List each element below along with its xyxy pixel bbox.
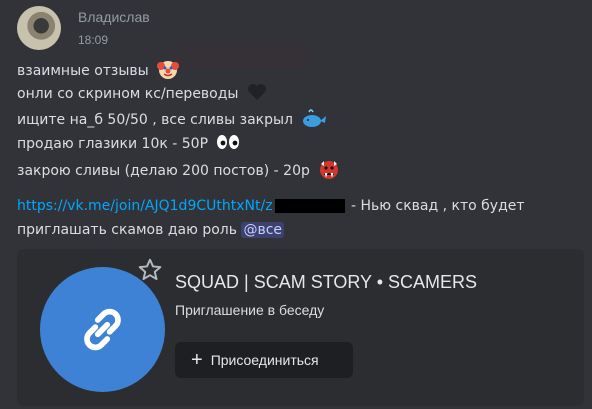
invite-embed: SQUAD | SCAM STORY • SCAMERS Приглашение… [17,249,584,406]
black-heart-icon [247,83,267,105]
invite-subtitle: Приглашение в беседу [175,302,325,318]
message-line-last: приглашать скамов даю роль @все [17,222,284,238]
background-ghost [310,88,370,102]
message-line-4: продаю глазики 10к - 50Р [17,133,240,155]
message-line-1: взаимные отзывы [17,58,180,84]
message-line-5: закрою сливы (делаю 200 постов) - 20р [17,158,340,184]
join-button[interactable]: + Присоединиться [175,342,353,378]
invite-title: SQUAD | SCAM STORY • SCAMERS [175,272,478,292]
join-button-label: Присоединиться [210,352,319,368]
vk-invite-link[interactable]: https://vk.me/join/AJQ1d9CUthtxNt/z [17,198,273,214]
link-icon [84,308,121,351]
clown-face-icon [157,58,180,84]
background-ghost [170,42,310,68]
message-line-link: https://vk.me/join/AJQ1d9CUthtxNt/z - Нь… [17,198,525,214]
redaction-bar [274,199,345,213]
eyes-icon [216,133,240,155]
plus-icon: + [191,349,203,371]
whale-icon [301,108,327,132]
star-icon[interactable] [137,257,163,287]
ogre-face-icon [318,158,340,184]
message-line-2: онли со скрином кс/переводы [17,83,267,105]
avatar[interactable] [17,6,61,50]
mention-everyone[interactable]: @все [241,222,284,238]
username[interactable]: Владислав [78,9,150,25]
timestamp: 18:09 [78,33,109,47]
message-line-3: ищите на_б 50/50 , все сливы закрыл [17,108,327,132]
